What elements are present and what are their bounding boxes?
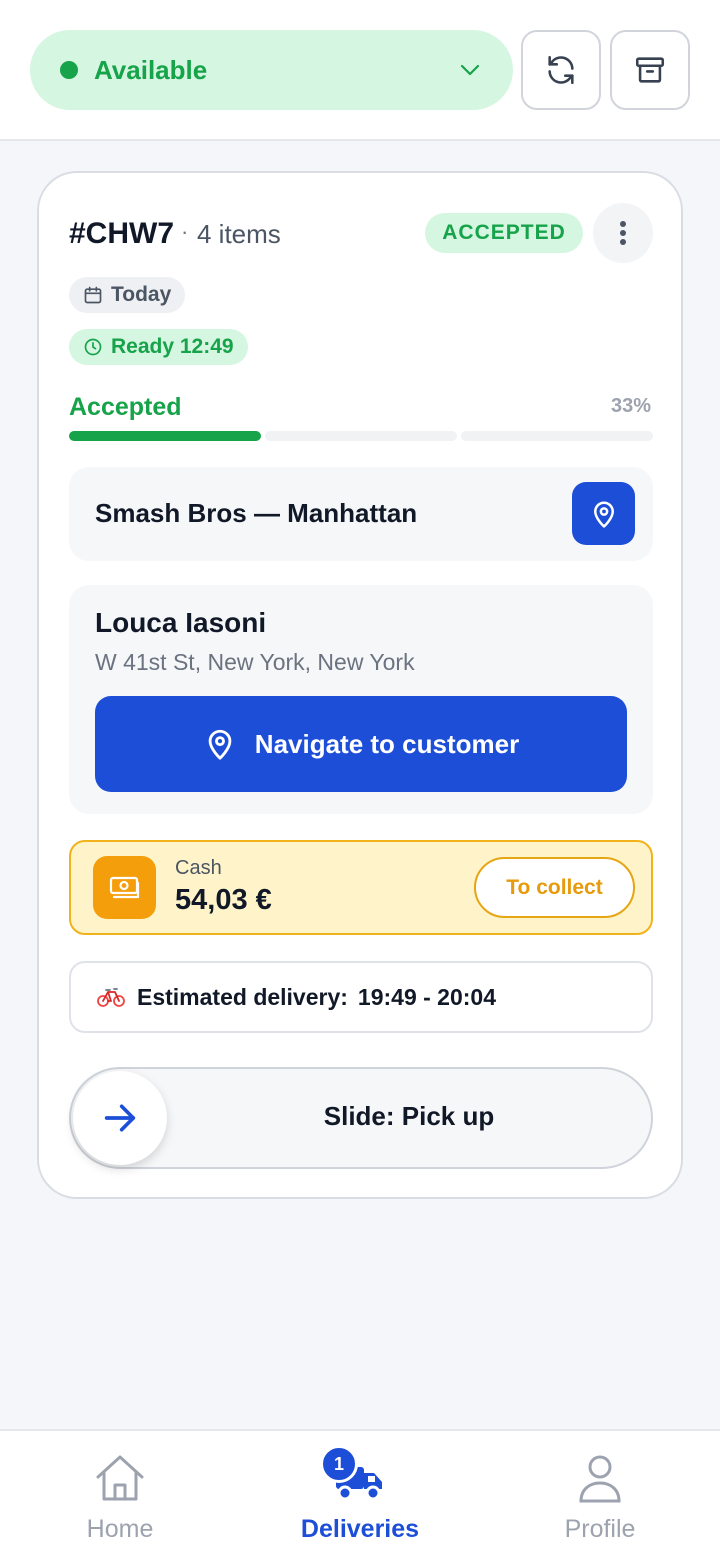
customer-section: Louca Iasoni W 41st St, New York, New Yo… [69,585,653,814]
refresh-button[interactable] [521,30,601,110]
to-collect-button[interactable]: To collect [474,857,635,918]
progress-segment [265,431,457,441]
refresh-icon [548,55,574,85]
ready-time-chip: Ready 12:49 [69,329,248,365]
slider-handle[interactable] [73,1071,167,1165]
eta-label: Estimated delivery: [137,983,348,1010]
restaurant-section: Smash Bros — Manhattan [69,467,653,561]
nav-item-home[interactable]: Home [0,1431,240,1558]
nav-label-home: Home [86,1515,154,1543]
progress-percent: 33% [610,395,651,417]
nav-label-deliveries: Deliveries [300,1515,420,1543]
status-label: Available [94,54,208,85]
archive-icon [635,57,665,83]
restaurant-name: Smash Bros — Manhattan [95,498,418,528]
order-item-count: 4 items [197,219,281,249]
payment-amount: 54,03 € [175,884,272,916]
bicycle-icon [97,988,125,1007]
bottom-navigation: Home 1 Deliveries Profile [0,1429,720,1558]
customer-name: Louca Iasoni [95,607,267,638]
date-chip-label: Today [111,283,172,306]
cash-icon [93,856,156,919]
status-dot [60,61,78,79]
order-separator: · [181,219,189,244]
payment-section: Cash 54,03 € To collect [69,840,653,935]
user-icon [579,1455,621,1503]
eta-time: 19:49 - 20:04 [357,983,497,1010]
pick-up-slider[interactable]: Slide: Pick up [69,1067,653,1169]
nav-item-deliveries[interactable]: 1 Deliveries [240,1431,480,1558]
status-badge: ACCEPTED [425,213,583,253]
clock-icon [84,338,102,356]
availability-select[interactable]: Available [30,30,513,110]
chevron-down-icon [460,64,480,76]
navigate-button-label: Navigate to customer [254,728,520,759]
ready-chip-label: Ready 12:49 [111,335,234,358]
order-id: #CHW7 [69,217,175,250]
estimated-delivery: Estimated delivery: 19:49 - 20:04 [69,961,653,1033]
progress-segment [461,431,653,441]
map-pin-icon [208,729,232,760]
customer-address: W 41st St, New York, New York [95,649,415,675]
payment-method: Cash [175,857,222,879]
date-chip: Today [69,277,186,313]
navigate-to-customer-button[interactable]: Navigate to customer [95,696,627,792]
map-pin-icon [593,501,614,528]
more-options-button[interactable] [593,203,653,263]
home-icon [96,1455,144,1501]
progress-bar [69,431,653,441]
slider-label: Slide: Pick up [323,1101,495,1131]
nav-label-profile: Profile [564,1515,636,1543]
calendar-icon [84,286,102,304]
progress-stage-label: Accepted [69,393,182,421]
top-bar: Available [0,0,720,141]
arrow-right-icon [104,1104,136,1132]
order-card: #CHW7 · 4 items ACCEPTED Today Ready 12:… [37,171,683,1199]
more-vertical-icon [620,221,626,245]
nav-item-profile[interactable]: Profile [480,1431,720,1558]
progress-segment [69,431,261,441]
restaurant-location-button[interactable] [572,482,635,545]
deliveries-count-badge: 1 [320,1445,358,1483]
archive-button[interactable] [610,30,690,110]
